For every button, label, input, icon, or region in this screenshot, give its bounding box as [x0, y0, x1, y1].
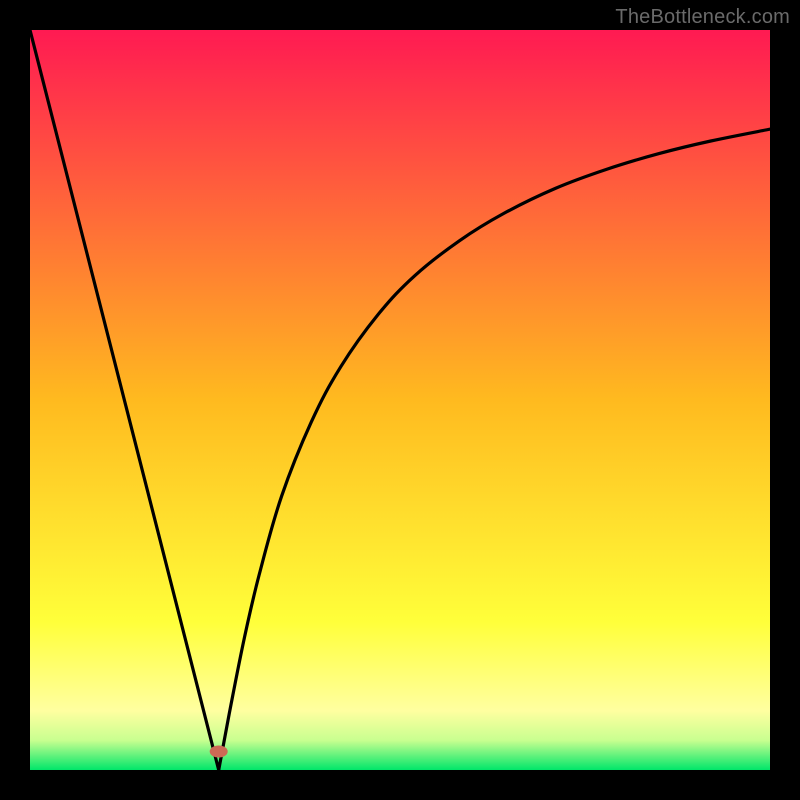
chart-frame	[30, 30, 770, 770]
optimum-marker	[210, 746, 228, 758]
gradient-background	[30, 30, 770, 770]
bottleneck-chart	[30, 30, 770, 770]
attribution-label: TheBottleneck.com	[615, 6, 790, 29]
